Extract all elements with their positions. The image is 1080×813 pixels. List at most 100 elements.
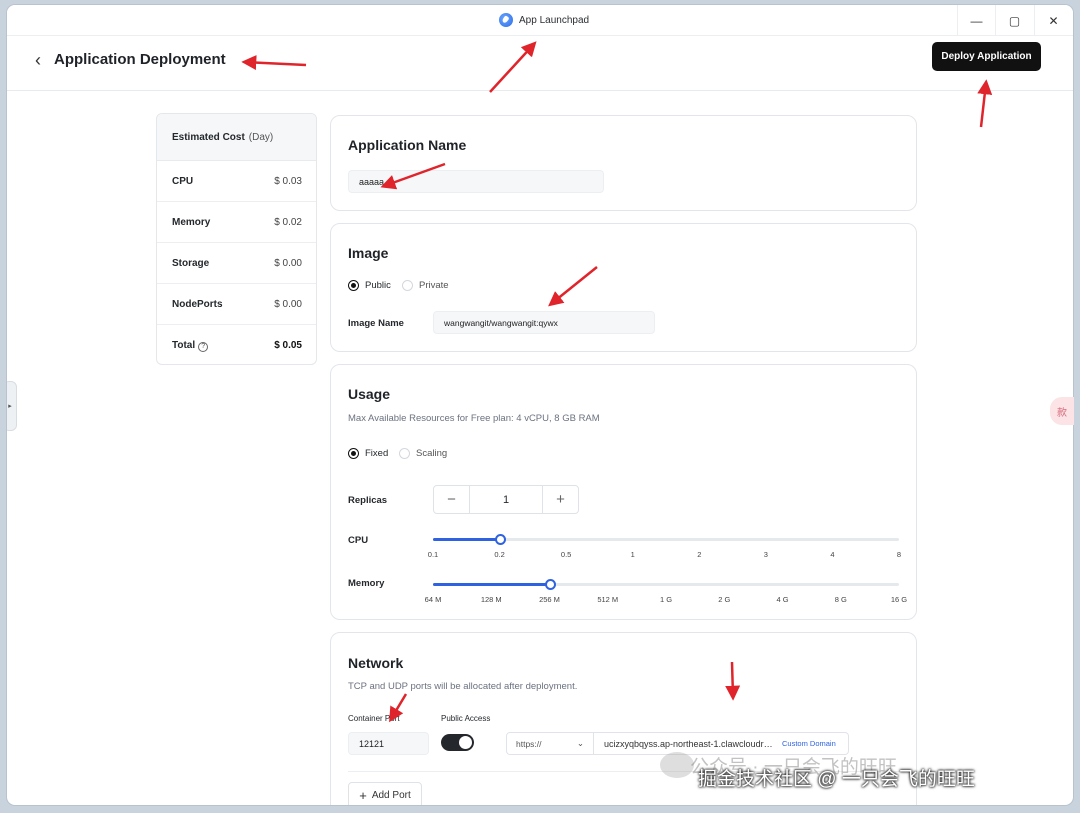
add-port-label: Add Port: [371, 789, 411, 801]
network-title: Network: [348, 655, 404, 671]
cost-row-storage: Storage $ 0.00: [157, 243, 316, 284]
public-access-toggle[interactable]: [441, 734, 474, 751]
slider-tick-label: 8 G: [834, 595, 847, 604]
radio-label: Public: [365, 280, 391, 291]
cost-header: Estimated Cost (Day): [157, 114, 316, 161]
radio-scaling[interactable]: Scaling: [399, 448, 447, 459]
radio-public[interactable]: Public: [348, 280, 391, 291]
maximize-button[interactable]: ▢: [995, 5, 1033, 36]
cost-label: Storage: [172, 257, 210, 269]
chevron-down-icon: ⌄: [576, 738, 584, 748]
slider-tick-label: 128 M: [480, 595, 502, 604]
slider-tick-label: 512 M: [597, 595, 619, 604]
slider-tick-label: 2 G: [718, 595, 731, 604]
cost-row-memory: Memory $ 0.02: [157, 202, 316, 243]
slider-tick-label: 64 M: [424, 595, 442, 604]
container-port-input[interactable]: 12121: [348, 732, 429, 755]
image-name-input[interactable]: wangwangit/wangwangit:qywx: [433, 311, 655, 334]
cost-label: NodePorts: [172, 298, 223, 310]
application-name-title: Application Name: [348, 137, 467, 153]
app-title: App Launchpad: [519, 14, 590, 26]
total-label: Total: [172, 339, 196, 351]
radio-dot: [399, 448, 410, 459]
page-title: Application Deployment: [54, 51, 226, 68]
page-header: ‹ Application Deployment Deploy Applicat…: [7, 36, 1073, 91]
slider-tick-label: 4: [830, 550, 835, 559]
floating-assistant-button[interactable]: 款: [1050, 397, 1074, 425]
cost-row-nodeports: NodePorts $ 0.00: [157, 284, 316, 325]
radio-dot-selected: [348, 280, 359, 291]
slider-tick-label: 16 G: [890, 595, 908, 604]
back-chevron-icon[interactable]: ‹: [35, 50, 41, 71]
minimize-button[interactable]: —: [957, 5, 995, 36]
memory-slider[interactable]: 64 M 128 M 256 M 512 M 1 G 2 G 4 G 8 G 16 G: [425, 579, 907, 610]
total-label-group: Total?: [172, 339, 209, 352]
cost-value: $ 0.03: [274, 175, 302, 187]
radio-dot: [402, 280, 413, 291]
cpu-slider[interactable]: 0.1 0.2 0.5 1 2 3 4 8: [428, 534, 902, 565]
slider-tick-label: 8: [896, 550, 902, 559]
image-card: Image Public Private Image Name wangwang…: [330, 223, 917, 352]
estimated-cost-panel: Estimated Cost (Day) CPU $ 0.03 Memory $…: [156, 113, 317, 365]
protocol-select[interactable]: https:// ⌄: [506, 732, 594, 755]
slider-fill: [433, 583, 550, 586]
domain-value: ucizxyqbqyss.ap-northeast-1.clawcloudrun…: [604, 738, 776, 749]
radio-label: Fixed: [365, 448, 389, 459]
sidebar-toggle[interactable]: ▸: [7, 381, 17, 431]
cost-header-unit: (Day): [248, 131, 274, 143]
cost-label: CPU: [172, 175, 194, 187]
container-port-label: Container Port: [348, 714, 400, 723]
help-circle-icon[interactable]: ?: [198, 341, 209, 352]
slider-tick-label: 256 M: [539, 595, 560, 604]
radio-label: Private: [419, 280, 449, 291]
usage-title: Usage: [348, 386, 391, 402]
deploy-application-button[interactable]: Deploy Application: [932, 42, 1041, 71]
usage-card: Usage Max Available Resources for Free p…: [330, 364, 917, 620]
cost-row-total: Total? $ 0.05: [157, 325, 316, 364]
slider-fill: [433, 538, 500, 541]
title-bar: App Launchpad — ▢ ✕: [7, 5, 1073, 36]
application-name-card: Application Name aaaaa: [330, 115, 917, 211]
app-window: App Launchpad — ▢ ✕ ‹ Application Deploy…: [7, 5, 1073, 805]
radio-dot-selected: [348, 448, 359, 459]
public-access-label: Public Access: [441, 714, 491, 723]
cost-header-label: Estimated Cost: [172, 131, 245, 143]
minus-icon[interactable]: −: [434, 486, 469, 513]
close-button[interactable]: ✕: [1034, 5, 1072, 36]
custom-domain-link[interactable]: Custom Domain: [782, 739, 836, 748]
slider-tick-label: 0.1: [427, 550, 439, 559]
protocol-value: https://: [516, 738, 542, 749]
slider-tick-label: 2: [697, 550, 702, 559]
plus-icon[interactable]: +: [543, 486, 578, 513]
wechat-watermark-icon: [660, 752, 694, 778]
replicas-stepper: − 1 +: [433, 485, 579, 514]
radio-fixed[interactable]: Fixed: [348, 448, 388, 459]
slider-thumb[interactable]: [544, 579, 556, 590]
cost-row-cpu: CPU $ 0.03: [157, 161, 316, 202]
slider-tick-label: 0.2: [494, 550, 505, 559]
radio-label: Scaling: [416, 448, 448, 459]
watermark-line-2: 掘金技术社区 @ 一只会飞的旺旺: [698, 769, 975, 790]
network-description: TCP and UDP ports will be allocated afte…: [348, 681, 578, 692]
caret-right-icon: ▸: [8, 403, 12, 410]
app-title-group: App Launchpad: [499, 13, 589, 27]
cost-value: $ 0.00: [274, 257, 302, 269]
slider-thumb[interactable]: [494, 534, 506, 545]
cost-label: Memory: [172, 216, 211, 228]
replicas-value[interactable]: 1: [469, 486, 543, 513]
memory-label: Memory: [348, 578, 385, 589]
slider-tick-label: 4 G: [776, 595, 789, 604]
slider-tick-label: 3: [763, 550, 768, 559]
add-port-button[interactable]: + Add Port: [348, 782, 422, 805]
image-title: Image: [348, 245, 389, 261]
cpu-label: CPU: [348, 535, 369, 546]
image-name-label: Image Name: [348, 318, 404, 329]
total-value: $ 0.05: [274, 340, 302, 351]
plus-icon: +: [359, 787, 367, 803]
cost-value: $ 0.02: [274, 216, 302, 228]
rocket-logo-icon: [499, 13, 513, 27]
application-name-input[interactable]: aaaaa: [348, 170, 604, 193]
slider-tick-label: 1: [630, 550, 635, 559]
radio-private[interactable]: Private: [402, 280, 449, 291]
usage-description: Max Available Resources for Free plan: 4…: [348, 413, 600, 424]
